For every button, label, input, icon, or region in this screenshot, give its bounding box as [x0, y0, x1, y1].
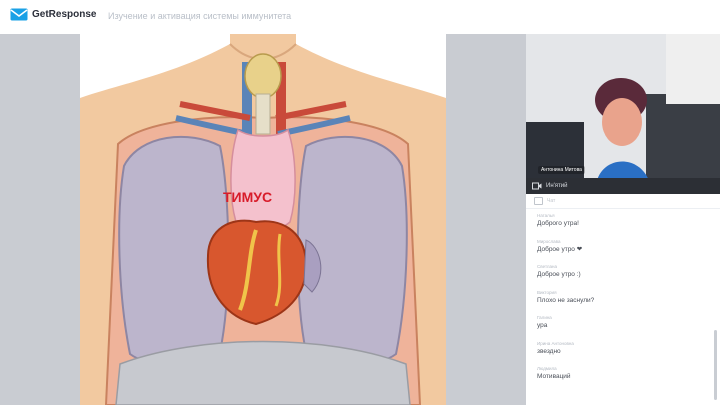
message-author: Людмила	[537, 366, 557, 371]
message-text: Доброе утро :)	[537, 271, 581, 278]
slide-label: ТИМУС	[223, 189, 272, 205]
chat-message: Наталья Доброго утра!	[537, 212, 713, 238]
video-control-bar: Ин'ятий	[526, 178, 720, 194]
chat-message: Светлана Доброе утро :)	[537, 263, 713, 289]
anatomy-illustration: ТИМУС	[80, 34, 446, 405]
envelope-logo-icon	[10, 8, 28, 21]
message-author: Наталья	[537, 213, 555, 218]
chat-title: Чат	[547, 198, 556, 204]
message-author: Ирина Антоновна	[537, 340, 574, 346]
slide: ТИМУС	[80, 34, 446, 405]
chat-message: Ирина Антоновна звездно	[537, 340, 713, 366]
presenter-video[interactable]: Антонина Митова Ин'ятий	[526, 34, 720, 194]
thymus	[230, 128, 296, 232]
brand-name: GetResponse	[32, 9, 97, 20]
top-bar: GetResponse Изучение и активация системы…	[0, 0, 720, 35]
message-text: звездно	[537, 347, 561, 355]
chat-message: Мирослава Доброе утро ❤	[537, 238, 713, 264]
webinar-title: Изучение и активация системы иммунитета	[108, 11, 292, 21]
message-author: Мирослава	[537, 238, 561, 244]
message-text: Доброе утро ❤	[537, 245, 583, 253]
chat-message: Людмила Мотиваций	[537, 365, 713, 391]
chat-message: Галина ура	[537, 314, 713, 340]
chat-icon	[534, 197, 543, 205]
message-author: Светлана	[537, 264, 558, 269]
chat-message: Виктория Плохо не заснули?	[537, 289, 713, 315]
chat-scrollbar[interactable]	[714, 330, 717, 400]
side-panel: Антонина Митова Ин'ятий Чат Наталья Добр…	[526, 34, 720, 405]
chat-header[interactable]: Чат	[526, 194, 720, 209]
chat-message-list: Наталья Доброго утра! Мирослава Доброе у…	[537, 212, 713, 391]
message-author: Виктория	[537, 289, 557, 295]
presentation-stage: ТИМУС	[0, 34, 526, 405]
message-text: ура	[537, 322, 548, 329]
message-text: Плохо не заснули?	[537, 296, 595, 304]
message-author: Галина	[537, 315, 552, 320]
video-status-label: Ин'ятий	[546, 183, 568, 189]
message-text: Доброго утра!	[537, 220, 579, 227]
brand-logo[interactable]: GetResponse	[10, 8, 96, 21]
message-text: Мотиваций	[537, 373, 571, 380]
presenter-name: Антонина Митова	[538, 166, 585, 174]
camera-icon[interactable]	[532, 182, 542, 190]
